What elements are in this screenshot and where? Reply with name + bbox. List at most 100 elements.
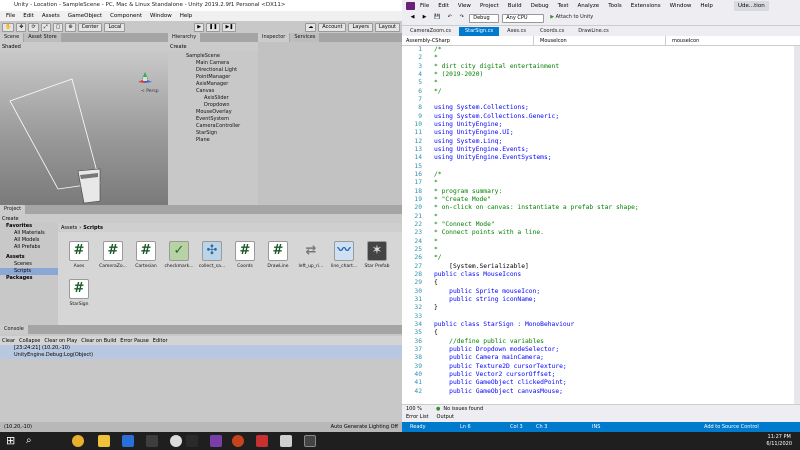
asset-item[interactable]: # Cartesian bbox=[131, 241, 161, 269]
hierarchy-item[interactable]: PointManager bbox=[168, 74, 258, 81]
config-dropdown[interactable]: Debug bbox=[469, 14, 500, 23]
redo-icon[interactable]: ↷ bbox=[457, 14, 466, 23]
scale-tool-icon[interactable]: ⤢ bbox=[40, 22, 51, 32]
add-to-source-control[interactable]: Add to Source Control bbox=[704, 422, 759, 432]
forward-arrow-icon[interactable]: ▶ bbox=[420, 14, 429, 23]
menu-file[interactable]: File bbox=[6, 13, 15, 19]
app-icon[interactable] bbox=[304, 435, 316, 447]
asset-item[interactable]: # Axes bbox=[64, 241, 94, 269]
tab-scene[interactable]: Scene bbox=[0, 33, 24, 42]
editor-dropdown[interactable]: Editor bbox=[153, 338, 168, 344]
code-line[interactable]: 24 * bbox=[402, 238, 794, 246]
breadcrumb-assets[interactable]: Assets bbox=[61, 225, 77, 231]
code-line[interactable]: 7 bbox=[402, 96, 794, 104]
code-line[interactable]: 6 */ bbox=[402, 88, 794, 96]
asset-item[interactable]: # StarSign bbox=[64, 279, 94, 307]
account-dropdown[interactable]: Account bbox=[318, 22, 347, 32]
vs-menu-item[interactable]: Debug bbox=[531, 0, 549, 12]
rect-tool-icon[interactable]: ▢ bbox=[52, 22, 64, 32]
code-line[interactable]: 39 public Texture2D cursorTexture; bbox=[402, 363, 794, 371]
code-line[interactable]: 26 */ bbox=[402, 254, 794, 262]
code-line[interactable]: 33 bbox=[402, 313, 794, 321]
vs-menu-item[interactable]: Edit bbox=[438, 0, 449, 12]
system-clock[interactable]: 11:27 PM 6/11/2020 bbox=[766, 434, 792, 448]
file-explorer-icon[interactable] bbox=[98, 435, 110, 447]
clear-on-play-button[interactable]: Clear on Play bbox=[44, 338, 77, 344]
code-line[interactable]: 1 /* bbox=[402, 46, 794, 54]
code-line[interactable]: 17 * bbox=[402, 179, 794, 187]
notepad-icon[interactable] bbox=[280, 435, 292, 447]
tree-item[interactable]: All Materials bbox=[0, 230, 58, 237]
tree-assets[interactable]: Assets bbox=[0, 254, 58, 261]
console-log-entry[interactable]: [23:24:21] (10.20,-10) UnityEngine.Debug… bbox=[0, 345, 402, 359]
tree-packages[interactable]: Packages bbox=[0, 275, 58, 282]
calculator-icon[interactable] bbox=[146, 435, 158, 447]
platform-dropdown[interactable]: Any CPU bbox=[502, 14, 545, 23]
code-line[interactable]: 8 using System.Collections; bbox=[402, 104, 794, 112]
menu-gameobject[interactable]: GameObject bbox=[68, 13, 102, 19]
member-nav-dropdown[interactable]: mouseIcon bbox=[666, 36, 699, 46]
project-create-dropdown[interactable]: Create bbox=[2, 216, 19, 222]
menu-edit[interactable]: Edit bbox=[23, 13, 34, 19]
tab-project[interactable]: Project bbox=[0, 205, 26, 214]
vs-menu-item[interactable]: Project bbox=[480, 0, 499, 12]
code-line[interactable]: 22 * "Connect Mode" bbox=[402, 221, 794, 229]
type-nav-dropdown[interactable]: MouseIcon bbox=[534, 35, 666, 46]
breadcrumb-scripts[interactable]: Scripts bbox=[83, 225, 103, 231]
doc-tab[interactable]: DrawLine.cs bbox=[572, 27, 614, 36]
rotate-tool-icon[interactable]: ⟳ bbox=[28, 22, 39, 32]
code-line[interactable]: 35 { bbox=[402, 329, 794, 337]
layout-dropdown[interactable]: Layout bbox=[375, 22, 401, 32]
save-icon[interactable]: 💾 bbox=[432, 14, 442, 23]
asset-item[interactable]: 〰 line_chart... bbox=[329, 241, 359, 269]
hierarchy-item[interactable]: Directional Light bbox=[168, 67, 258, 74]
search-icon[interactable]: ⌕ bbox=[26, 435, 38, 447]
tab-hierarchy[interactable]: Hierarchy bbox=[168, 33, 201, 42]
hierarchy-item[interactable]: StarSign bbox=[168, 130, 258, 137]
code-line[interactable]: 9 using System.Collections.Generic; bbox=[402, 113, 794, 121]
tab-output[interactable]: Output bbox=[437, 413, 454, 422]
tree-favorites[interactable]: Favorites bbox=[0, 223, 58, 230]
code-line[interactable]: 20 * on-click on canvas: instantiate a pr… bbox=[402, 204, 794, 212]
vs-menu-item[interactable]: Build bbox=[508, 0, 522, 12]
doc-tab-active[interactable]: StarSign.cs bbox=[458, 26, 500, 36]
vs-menu-item[interactable]: Help bbox=[700, 0, 713, 12]
doc-tab[interactable]: Coords.cs bbox=[534, 27, 570, 36]
tree-item[interactable]: Scenes bbox=[0, 261, 58, 268]
tab-asset-store[interactable]: Asset Store bbox=[24, 33, 61, 42]
editor-scrollbar[interactable] bbox=[794, 46, 800, 404]
asset-item[interactable]: ✣ collect_sa... bbox=[197, 241, 227, 269]
collapse-button[interactable]: Collapse bbox=[19, 338, 40, 344]
hierarchy-create-dropdown[interactable]: Create bbox=[170, 44, 187, 50]
code-line[interactable]: 11 using UnityEngine.UI; bbox=[402, 129, 794, 137]
hierarchy-item[interactable]: AxisManager bbox=[168, 81, 258, 88]
layers-dropdown[interactable]: Layers bbox=[348, 22, 374, 32]
hierarchy-item[interactable]: Dropdown bbox=[168, 102, 258, 109]
tab-inspector[interactable]: Inspector bbox=[258, 33, 290, 42]
tree-item[interactable]: All Prefabs bbox=[0, 244, 58, 251]
hierarchy-item[interactable]: AxisSlider bbox=[168, 95, 258, 102]
clear-button[interactable]: Clear bbox=[2, 338, 15, 344]
hand-tool-icon[interactable]: ✋ bbox=[2, 22, 15, 32]
hierarchy-item[interactable]: Plane bbox=[168, 137, 258, 144]
menu-assets[interactable]: Assets bbox=[42, 13, 60, 19]
hierarchy-item-canvas[interactable]: Canvas bbox=[168, 88, 258, 95]
code-line[interactable]: 29 { bbox=[402, 279, 794, 287]
code-line[interactable]: 5 * bbox=[402, 79, 794, 87]
code-line[interactable]: 41 public GameObject clickedPoint; bbox=[402, 379, 794, 387]
vs-menu-item[interactable]: Analyze bbox=[578, 0, 600, 12]
code-line[interactable]: 4 * (2019-2020) bbox=[402, 71, 794, 79]
code-line[interactable]: 19 * "Create Mode" bbox=[402, 196, 794, 204]
hierarchy-item[interactable]: CameraController bbox=[168, 123, 258, 130]
hierarchy-item[interactable]: MouseOverlay bbox=[168, 109, 258, 116]
code-editor[interactable]: 1/* 2 * 3 * dirt city digital entertainment 4… bbox=[402, 46, 794, 404]
code-line[interactable]: 12 using System.Linq; bbox=[402, 138, 794, 146]
code-line[interactable]: 14 using UnityEngine.EventSystems; bbox=[402, 154, 794, 162]
asset-item[interactable]: # DrawLine bbox=[263, 241, 293, 269]
code-line[interactable]: 27 [System.Serializable] bbox=[402, 263, 794, 271]
pivot-local-toggle[interactable]: Local bbox=[104, 22, 126, 32]
acrobat-icon[interactable] bbox=[256, 435, 268, 447]
menu-window[interactable]: Window bbox=[150, 13, 172, 19]
scene-gizmo-icon[interactable] bbox=[137, 71, 153, 87]
code-line[interactable]: 30 public Sprite mouseIcon; bbox=[402, 288, 794, 296]
